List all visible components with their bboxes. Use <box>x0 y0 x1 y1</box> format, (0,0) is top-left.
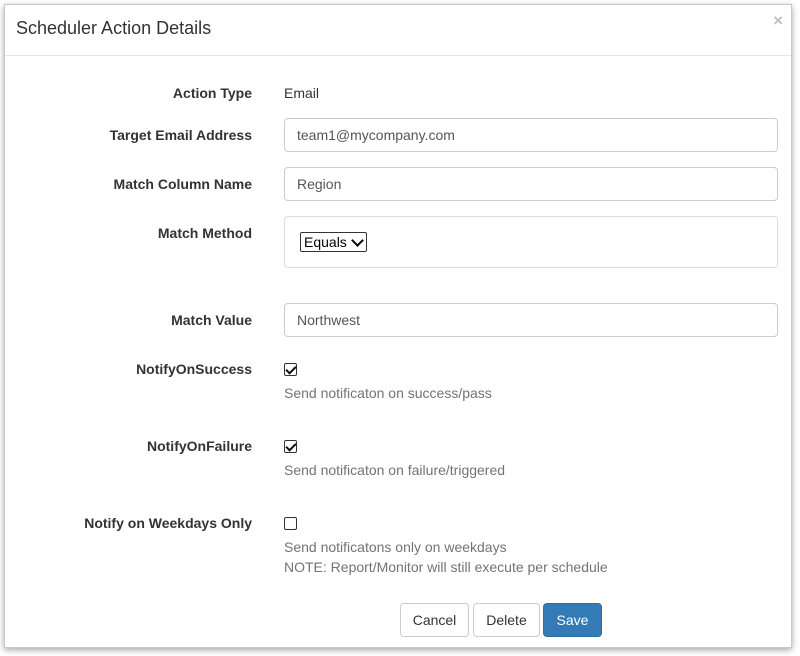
match-column-label: Match Column Name <box>113 176 252 192</box>
action-type-label: Action Type <box>172 85 252 101</box>
notify-success-checkbox[interactable] <box>284 363 297 376</box>
match-value-label: Match Value <box>171 312 252 328</box>
dialog-title: Scheduler Action Details <box>16 18 212 38</box>
action-type-value: Email <box>284 85 320 101</box>
dialog-header: Scheduler Action Details × <box>5 5 791 56</box>
match-method-container: Equals <box>284 216 778 268</box>
notify-failure-help: Send notificaton on failure/triggered <box>284 462 506 478</box>
match-method-select[interactable]: Equals <box>300 232 367 252</box>
notify-failure-checkbox[interactable] <box>284 440 297 453</box>
notify-weekdays-note: NOTE: Report/Monitor will still execute … <box>284 559 608 575</box>
notify-success-help: Send notificaton on success/pass <box>284 385 492 401</box>
notify-weekdays-help: Send notificatons only on weekdays <box>284 539 507 555</box>
match-method-selected: Equals <box>304 234 347 250</box>
match-method-label: Match Method <box>157 225 252 241</box>
close-icon[interactable]: × <box>773 12 783 29</box>
delete-button[interactable]: Delete <box>473 603 540 637</box>
chevron-down-icon <box>350 233 364 247</box>
target-email-input[interactable] <box>284 118 778 152</box>
notify-failure-label: NotifyOnFailure <box>146 438 252 454</box>
notify-weekdays-checkbox[interactable] <box>284 517 297 530</box>
match-column-input[interactable] <box>284 167 778 201</box>
save-button[interactable]: Save <box>543 603 602 637</box>
notify-weekdays-label: Notify on Weekdays Only <box>84 515 252 531</box>
scheduler-action-dialog: Scheduler Action Details × Action Type E… <box>4 4 792 648</box>
notify-success-label: NotifyOnSuccess <box>136 361 252 377</box>
target-email-label: Target Email Address <box>109 127 252 143</box>
cancel-button[interactable]: Cancel <box>400 603 469 637</box>
match-value-input[interactable] <box>284 303 778 337</box>
